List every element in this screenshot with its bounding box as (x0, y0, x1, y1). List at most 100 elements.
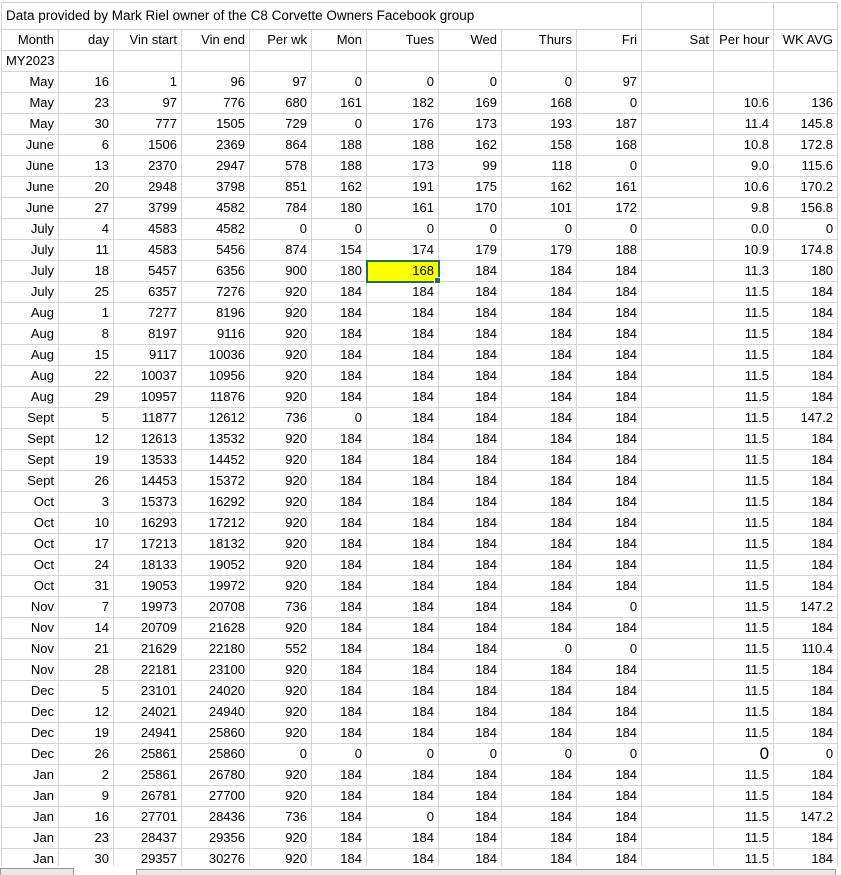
column-header[interactable]: Thurs (502, 30, 577, 51)
cell[interactable]: 184 (502, 660, 577, 681)
cell[interactable]: 184 (774, 534, 838, 555)
cell[interactable]: 158 (502, 135, 577, 156)
cell[interactable]: 0 (250, 219, 312, 240)
cell[interactable]: 11.5 (714, 618, 774, 639)
cell[interactable]: 97 (250, 72, 312, 93)
cell[interactable]: 0 (439, 219, 502, 240)
cell[interactable]: 184 (312, 702, 367, 723)
cell[interactable]: 184 (502, 408, 577, 429)
cell[interactable]: 11.5 (714, 303, 774, 324)
cell[interactable]: 9117 (114, 345, 182, 366)
cell[interactable]: 184 (577, 303, 642, 324)
cell[interactable]: 184 (577, 807, 642, 828)
cell[interactable]: 920 (250, 282, 312, 303)
cell[interactable]: 184 (577, 576, 642, 597)
cell[interactable]: 10.9 (714, 240, 774, 261)
cell[interactable]: 184 (577, 471, 642, 492)
cell[interactable]: 184 (577, 345, 642, 366)
cell[interactable]: 5 (59, 681, 114, 702)
cell[interactable]: 184 (774, 471, 838, 492)
cell[interactable]: June (2, 135, 59, 156)
cell[interactable]: 179 (502, 240, 577, 261)
cell[interactable] (642, 450, 714, 471)
cell[interactable]: 184 (502, 597, 577, 618)
cell[interactable]: 0 (367, 744, 439, 765)
horizontal-scrollbar[interactable] (136, 869, 836, 875)
cell[interactable]: 11.5 (714, 471, 774, 492)
cell[interactable]: 184 (577, 450, 642, 471)
cell[interactable] (642, 471, 714, 492)
cell[interactable]: 11.3 (714, 261, 774, 282)
cell[interactable]: Nov (2, 660, 59, 681)
cell[interactable]: 31 (59, 576, 114, 597)
cell[interactable]: 184 (439, 702, 502, 723)
cell[interactable]: 920 (250, 387, 312, 408)
cell[interactable]: 920 (250, 723, 312, 744)
cell[interactable]: 154 (312, 240, 367, 261)
cell[interactable]: 4 (59, 219, 114, 240)
cell[interactable]: 184 (774, 450, 838, 471)
cell[interactable]: 184 (774, 618, 838, 639)
cell[interactable]: 184 (367, 639, 439, 660)
cell[interactable]: 184 (312, 765, 367, 786)
cell[interactable]: 26 (59, 744, 114, 765)
cell[interactable]: 4583 (114, 219, 182, 240)
cell[interactable]: 180 (312, 198, 367, 219)
cell[interactable]: 184 (312, 450, 367, 471)
cell[interactable]: 777 (114, 114, 182, 135)
cell[interactable]: 184 (367, 576, 439, 597)
cell[interactable]: 184 (774, 786, 838, 807)
cell[interactable]: 184 (502, 471, 577, 492)
cell[interactable]: 10957 (114, 387, 182, 408)
cell[interactable]: 28 (59, 660, 114, 681)
cell[interactable]: 187 (577, 114, 642, 135)
cell[interactable]: 184 (502, 282, 577, 303)
cell[interactable]: 920 (250, 324, 312, 345)
cell[interactable]: 736 (250, 807, 312, 828)
cell[interactable]: 184 (439, 681, 502, 702)
cell[interactable]: 184 (439, 471, 502, 492)
cell[interactable]: May (2, 114, 59, 135)
cell[interactable]: 184 (367, 765, 439, 786)
cell[interactable]: 184 (577, 702, 642, 723)
cell[interactable]: 180 (774, 261, 838, 282)
cell[interactable]: 184 (577, 366, 642, 387)
cell[interactable]: 874 (250, 240, 312, 261)
cell[interactable] (714, 3, 774, 30)
cell[interactable]: 30 (59, 114, 114, 135)
cell[interactable]: 0 (312, 72, 367, 93)
cell[interactable]: 184 (312, 555, 367, 576)
cell[interactable]: July (2, 219, 59, 240)
cell[interactable] (642, 345, 714, 366)
cell[interactable]: 168 (502, 93, 577, 114)
cell[interactable]: 21629 (114, 639, 182, 660)
cell[interactable]: 784 (250, 198, 312, 219)
cell[interactable] (642, 387, 714, 408)
cell[interactable]: 14 (59, 618, 114, 639)
cell[interactable]: 184 (367, 303, 439, 324)
cell[interactable]: Jan (2, 786, 59, 807)
cell[interactable]: 920 (250, 702, 312, 723)
cell[interactable]: 14453 (114, 471, 182, 492)
cell[interactable]: 6356 (182, 261, 250, 282)
cell[interactable]: 6357 (114, 282, 182, 303)
cell[interactable]: 920 (250, 429, 312, 450)
cell[interactable]: 184 (439, 324, 502, 345)
cell[interactable]: 27 (59, 198, 114, 219)
cell[interactable]: 184 (367, 660, 439, 681)
cell[interactable]: 184 (577, 660, 642, 681)
cell[interactable]: 173 (439, 114, 502, 135)
cell[interactable]: 11.5 (714, 345, 774, 366)
cell[interactable]: 20 (59, 177, 114, 198)
cell[interactable]: 184 (312, 471, 367, 492)
cell[interactable]: 184 (439, 303, 502, 324)
cell[interactable]: 11.4 (714, 114, 774, 135)
cell[interactable]: 10036 (182, 345, 250, 366)
cell[interactable]: 184 (774, 702, 838, 723)
cell[interactable]: July (2, 240, 59, 261)
cell[interactable] (774, 3, 838, 30)
cell[interactable]: Sept (2, 429, 59, 450)
cell[interactable] (642, 366, 714, 387)
cell[interactable]: 920 (250, 345, 312, 366)
column-header[interactable]: Mon (312, 30, 367, 51)
